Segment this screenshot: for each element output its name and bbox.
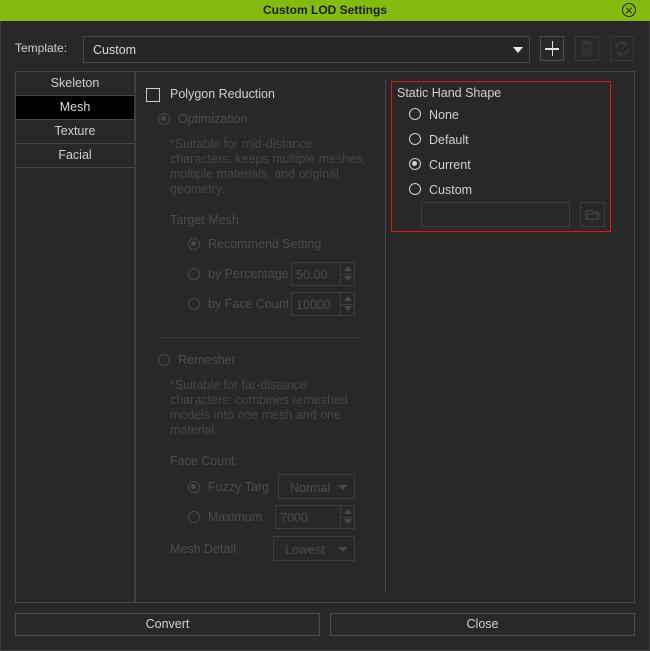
hand-default-label: Default xyxy=(429,133,469,147)
hand-default-radio[interactable] xyxy=(409,133,421,145)
template-value: Custom xyxy=(93,43,137,57)
polygon-reduction-checkbox[interactable] xyxy=(146,88,160,102)
refresh-template-button[interactable] xyxy=(610,36,634,61)
maximum-label: Maximum xyxy=(208,510,263,524)
custom-hand-path-input[interactable] xyxy=(421,202,570,227)
fuzzy-target-dropdown[interactable]: Normal xyxy=(278,474,355,499)
arrow-up-icon[interactable] xyxy=(344,509,352,514)
percentage-value: 50.00 xyxy=(296,268,328,282)
face-count-spinbox[interactable]: 10000 xyxy=(291,292,355,316)
static-hand-shape-title: Static Hand Shape xyxy=(397,86,502,100)
chevron-down-icon xyxy=(513,47,523,53)
mesh-detail-value: Lowest xyxy=(285,543,325,557)
close-circle-icon[interactable] xyxy=(622,3,636,17)
mesh-detail-dropdown[interactable]: Lowest xyxy=(273,536,355,561)
by-percentage-radio[interactable] xyxy=(188,268,200,280)
arrow-down-icon[interactable] xyxy=(344,276,352,281)
by-face-count-label: by Face Count xyxy=(208,297,290,311)
window-title: Custom LOD Settings xyxy=(262,3,387,17)
tab-skeleton[interactable]: Skeleton xyxy=(16,72,134,96)
by-percentage-label: by Percentage xyxy=(208,267,289,281)
by-face-count-radio[interactable] xyxy=(188,298,200,310)
hand-custom-radio[interactable] xyxy=(409,183,421,195)
optimization-radio[interactable] xyxy=(158,113,170,125)
fuzzy-target-value: Normal xyxy=(289,481,331,495)
arrow-up-icon[interactable] xyxy=(344,296,352,301)
tab-mesh[interactable]: Mesh xyxy=(16,96,134,120)
chevron-down-icon xyxy=(338,547,348,552)
fuzzy-target-label: Fuzzy Targe xyxy=(208,480,268,494)
arrow-down-icon[interactable] xyxy=(344,306,352,311)
template-dropdown[interactable]: Custom xyxy=(83,36,530,63)
recommend-setting-label: Recommend Setting xyxy=(208,237,322,251)
hand-none-label: None xyxy=(429,108,459,122)
vertical-divider xyxy=(385,80,386,593)
maximum-spinbox[interactable]: 7000 xyxy=(275,505,355,529)
maximum-value: 7000 xyxy=(280,511,308,525)
face-count-label: Face Count xyxy=(170,454,235,468)
add-template-button[interactable] xyxy=(540,36,564,61)
arrow-down-icon[interactable] xyxy=(344,519,352,524)
chevron-down-icon xyxy=(338,485,348,490)
convert-button[interactable]: Convert xyxy=(15,613,320,636)
category-tabs: Skeleton Mesh Texture Facial xyxy=(16,72,136,602)
refresh-icon xyxy=(615,41,629,56)
optimization-label: Optimization xyxy=(178,112,248,126)
remesher-description: *Suitable for far-distance characters: c… xyxy=(170,378,348,437)
optimization-description: *Suitable for mid-distance characters: k… xyxy=(170,137,366,196)
folder-icon xyxy=(585,210,600,220)
fuzzy-target-radio[interactable] xyxy=(188,481,200,493)
face-count-value: 10000 xyxy=(296,298,331,312)
title-bar: Custom LOD Settings xyxy=(0,0,650,21)
hand-current-label: Current xyxy=(429,158,471,172)
hand-none-radio[interactable] xyxy=(409,108,421,120)
recommend-setting-radio[interactable] xyxy=(188,238,200,250)
remesher-radio[interactable] xyxy=(158,354,170,366)
hand-custom-label: Custom xyxy=(429,183,473,197)
remesher-label: Remesher xyxy=(178,353,236,367)
mesh-detail-label: Mesh Detail xyxy=(170,542,236,556)
hand-current-radio[interactable] xyxy=(409,158,421,170)
close-button[interactable]: Close xyxy=(330,613,635,636)
trash-icon xyxy=(581,40,593,56)
tab-facial[interactable]: Facial xyxy=(16,144,134,168)
template-label: Template: xyxy=(15,41,68,55)
arrow-up-icon[interactable] xyxy=(344,266,352,271)
percentage-spinbox[interactable]: 50.00 xyxy=(291,262,355,286)
tab-texture[interactable]: Texture xyxy=(16,120,134,144)
polygon-reduction-label: Polygon Reduction xyxy=(170,87,275,101)
section-divider xyxy=(158,337,361,338)
maximum-radio[interactable] xyxy=(188,511,200,523)
delete-template-button[interactable] xyxy=(575,36,599,61)
target-mesh-label: Target Mesh xyxy=(170,213,239,227)
browse-button[interactable] xyxy=(580,202,605,227)
